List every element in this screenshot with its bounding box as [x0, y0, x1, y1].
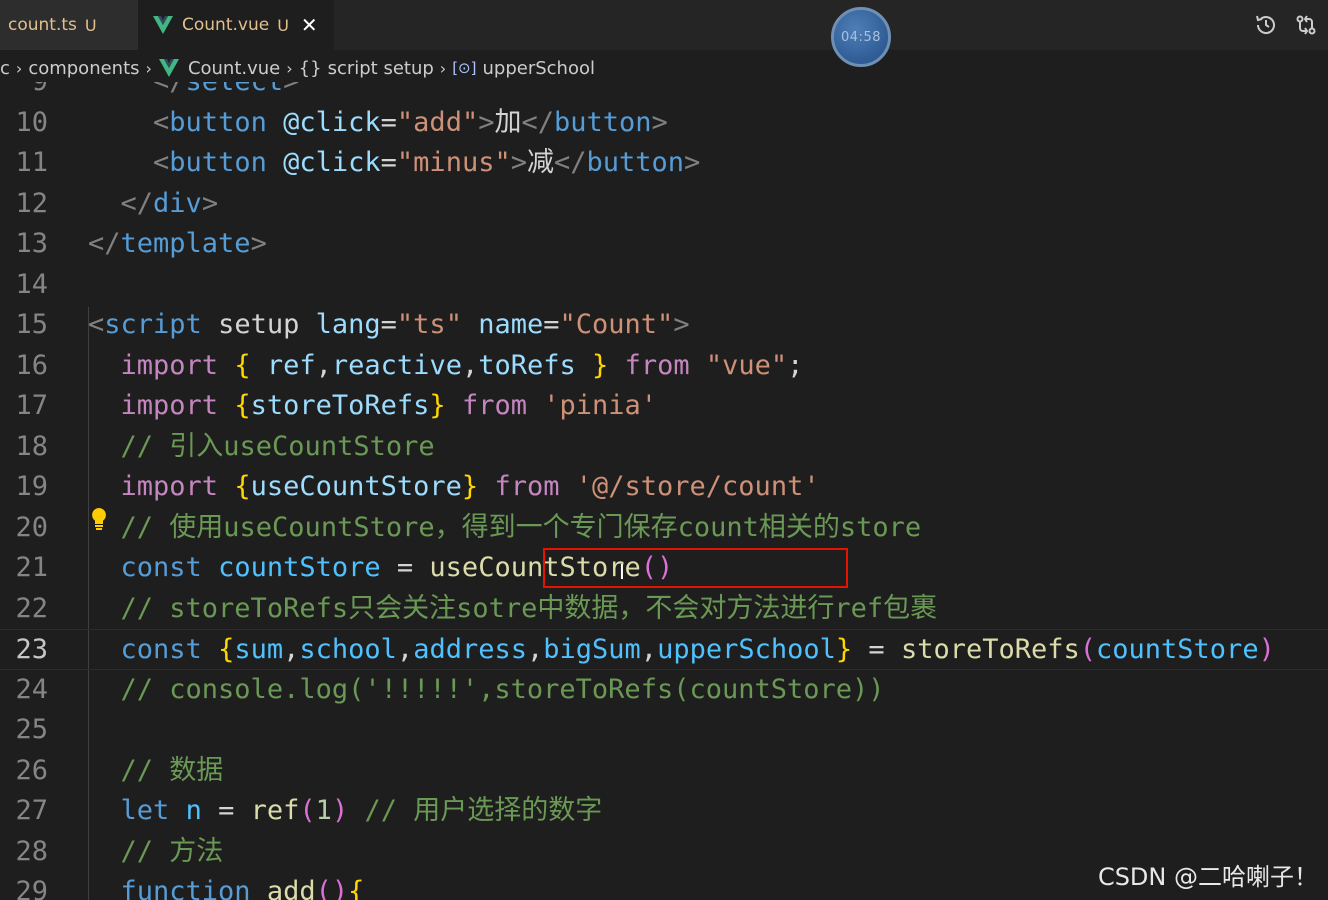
breadcrumb-symbol[interactable]: upperSchool: [482, 58, 595, 79]
line-number: 26: [15, 754, 48, 786]
code-text: import {storeToRefs} from 'pinia': [120, 390, 658, 421]
breadcrumb-file[interactable]: Count.vue: [188, 58, 280, 79]
code-text: const countStore = useCountStore(): [120, 552, 674, 583]
vue-file-icon: [158, 59, 179, 77]
line-number: 25: [15, 714, 48, 745]
text-cursor-icon: I: [619, 560, 625, 584]
code-text: // console.log('!!!!!',storeToRefs(count…: [120, 673, 885, 705]
line-number: 15: [15, 309, 48, 340]
braces-icon: {}: [298, 57, 322, 79]
code-text: // 引入useCountStore: [120, 430, 435, 462]
code-line[interactable]: 26 // 数据: [0, 751, 1328, 792]
line-number: 27: [15, 795, 48, 826]
code-line[interactable]: 27 let n = ref(1) // 用户选择的数字: [0, 791, 1328, 832]
line-number: 14: [15, 268, 48, 300]
code-line[interactable]: 15 <script setup lang="ts" name="Count">: [0, 305, 1328, 346]
tab-status: U: [84, 15, 97, 35]
code-line[interactable]: 22 // storeToRefs只会关注sotre中数据，不会对方法进行ref…: [0, 589, 1328, 630]
line-number: 23: [15, 634, 48, 665]
chevron-right-icon: ›: [439, 58, 447, 78]
line-number: 20: [15, 511, 48, 543]
code-line[interactable]: 24 // console.log('!!!!!',storeToRefs(co…: [0, 670, 1328, 711]
tab-count-vue[interactable]: Count.vue U ✕: [138, 0, 334, 50]
editor-actions: [1252, 0, 1320, 50]
chevron-right-icon: ›: [286, 58, 293, 78]
chevron-right-icon: ›: [145, 58, 152, 78]
code-text: const {sum,school,address,bigSum,upperSc…: [120, 634, 1275, 665]
line-number: 10: [15, 106, 48, 138]
code-text: function add(){: [120, 876, 365, 900]
code-line[interactable]: 17 import {storeToRefs} from 'pinia': [0, 386, 1328, 427]
line-number: 13: [15, 228, 48, 259]
line-number: 22: [15, 592, 48, 624]
code-line[interactable]: 9 </select>: [0, 82, 1328, 103]
code-line[interactable]: 14: [0, 265, 1328, 306]
code-line[interactable]: 11 <button @click="minus">减</button>: [0, 143, 1328, 184]
code-line[interactable]: 12 </div>: [0, 184, 1328, 225]
line-number: 19: [15, 471, 48, 502]
chevron-right-icon: ›: [15, 58, 23, 78]
code-line[interactable]: 20 // 使用useCountStore，得到一个专门保存count相关的st…: [0, 508, 1328, 549]
lightbulb-icon[interactable]: [90, 507, 108, 531]
line-number: 12: [15, 187, 48, 219]
breadcrumb-components[interactable]: components: [28, 58, 139, 79]
code-text: </div>: [120, 187, 219, 219]
code-text: </template>: [88, 228, 267, 259]
breadcrumb-section[interactable]: script setup: [328, 58, 434, 79]
code-line[interactable]: 16 import { ref,reactive,toRefs } from "…: [0, 346, 1328, 387]
code-text: <button @click="minus">减</button>: [153, 147, 701, 178]
tab-label: count.ts: [8, 15, 77, 35]
code-text: // 使用useCountStore，得到一个专门保存count相关的store: [120, 511, 922, 543]
timeline-history-icon[interactable]: [1252, 11, 1280, 39]
code-line[interactable]: 10 <button @click="add">加</button>: [0, 103, 1328, 144]
vue-file-icon: [153, 16, 173, 34]
watermark: CSDN @二哈喇子！: [1097, 863, 1318, 891]
code-text: // 数据: [120, 754, 224, 786]
line-number: 29: [15, 876, 48, 900]
compare-changes-icon[interactable]: [1292, 11, 1320, 39]
code-text: </select>: [88, 82, 299, 103]
breadcrumb-root[interactable]: c: [0, 58, 10, 79]
line-number: 21: [15, 552, 48, 583]
code-editor[interactable]: 9 </select>10 <button @click="add">加</bu…: [0, 82, 1328, 900]
line-number: 9: [0, 82, 48, 103]
code-text: <button @click="add">加</button>: [153, 106, 668, 138]
line-number: 18: [15, 430, 48, 462]
tab-bar: count.ts U Count.vue U ✕: [0, 0, 1328, 50]
line-number: 16: [15, 349, 48, 381]
tab-count-ts[interactable]: count.ts U: [0, 0, 138, 50]
line-number: 28: [15, 835, 48, 867]
close-icon[interactable]: ✕: [301, 13, 318, 37]
breadcrumb: c › components › Count.vue › {} script s…: [0, 52, 1328, 84]
code-text: import {useCountStore} from '@/store/cou…: [120, 471, 820, 502]
code-line[interactable]: 13 </template>: [0, 224, 1328, 265]
code-line[interactable]: 23 const {sum,school,address,bigSum,uppe…: [0, 629, 1328, 670]
code-text: // 方法: [120, 835, 224, 867]
code-text: let n = ref(1) // 用户选择的数字: [120, 795, 603, 826]
code-line[interactable]: 19 import {useCountStore} from '@/store/…: [0, 467, 1328, 508]
line-number: 17: [15, 390, 48, 421]
line-number: 24: [15, 673, 48, 705]
tab-status: U: [277, 15, 289, 35]
code-text: <script setup lang="ts" name="Count">: [88, 309, 690, 340]
tab-label: Count.vue: [182, 15, 270, 35]
code-line[interactable]: 21 const countStore = useCountStore(): [0, 548, 1328, 589]
variable-symbol-icon: [⊙]: [452, 59, 477, 77]
line-number: 11: [15, 147, 48, 178]
code-line[interactable]: 18 // 引入useCountStore: [0, 427, 1328, 468]
code-text: import { ref,reactive,toRefs } from "vue…: [120, 349, 804, 381]
code-line[interactable]: 25: [0, 710, 1328, 751]
code-text: // storeToRefs只会关注sotre中数据，不会对方法进行ref包裹: [120, 592, 938, 624]
